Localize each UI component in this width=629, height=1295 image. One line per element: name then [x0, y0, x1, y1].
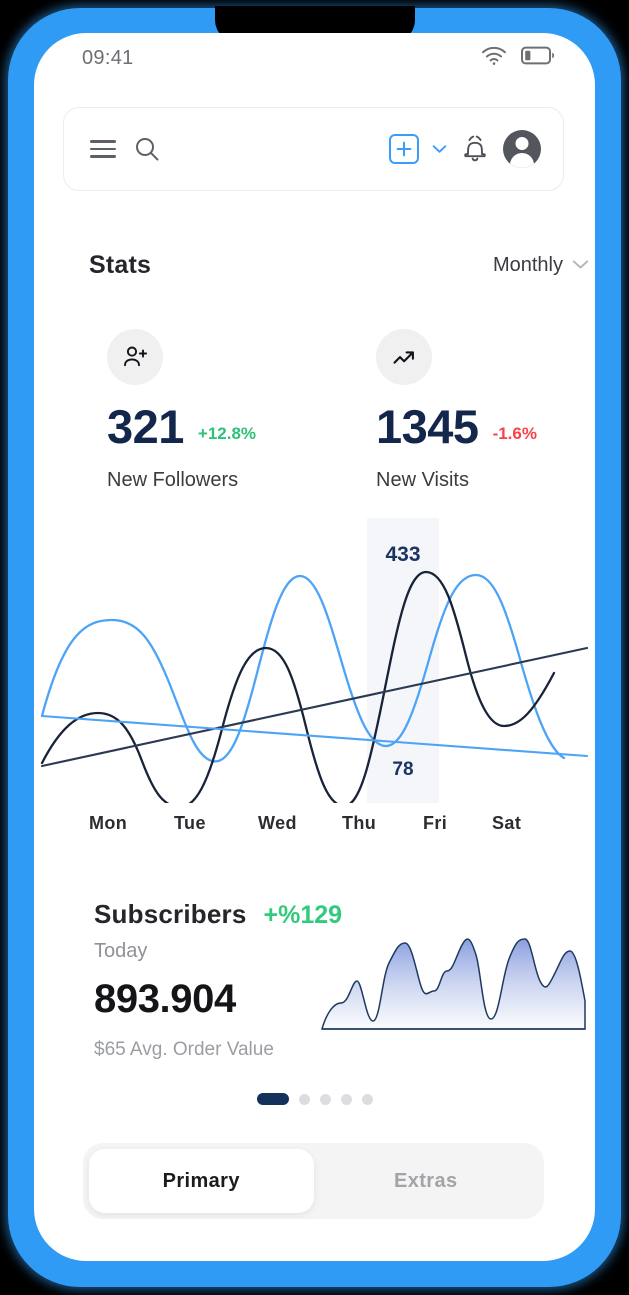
stat-delta: +12.8%	[197, 423, 257, 443]
line-chart[interactable]: 433 78	[34, 513, 595, 803]
stat-label: New Visits	[376, 468, 469, 491]
subscribers-period: Today	[94, 940, 148, 962]
plus-icon[interactable]	[389, 134, 419, 164]
chart-x-label: Tue	[174, 813, 206, 833]
subscribers-spark-chart[interactable]	[319, 929, 589, 1034]
chart-x-label: Mon	[89, 813, 128, 833]
subscribers-title: Subscribers	[94, 899, 247, 929]
chart-highlight-top-value: 433	[385, 543, 420, 566]
status-bar: 09:41	[34, 33, 595, 89]
tab-primary[interactable]: Primary	[89, 1149, 314, 1213]
chart-x-axis-labels: Mon Tue Wed Thu Fri Sat	[34, 813, 595, 843]
subscribers-growth: +%129	[263, 901, 343, 929]
tab-extras[interactable]: Extras	[314, 1149, 539, 1213]
stat-value-row: 1345 -1.6%	[376, 400, 537, 453]
period-select-label: Monthly	[492, 254, 563, 276]
segmented-control: Primary Extras	[83, 1143, 544, 1219]
stat-delta: -1.6%	[492, 423, 537, 443]
person-add-icon	[107, 329, 163, 385]
hamburger-menu-icon[interactable]	[90, 140, 116, 158]
pagination-dot[interactable]	[298, 1093, 310, 1105]
subscribers-footnote: $65 Avg. Order Value	[94, 1039, 274, 1060]
stat-card-new-followers[interactable]: 321 +12.8% New Followers	[107, 329, 256, 492]
chart-highlight-bottom-value: 78	[392, 759, 413, 780]
page-title: Stats	[89, 251, 152, 279]
app-bar-left-group	[90, 136, 160, 162]
stat-card-new-visits[interactable]: 1345 -1.6% New Visits	[376, 329, 537, 492]
pagination-dot[interactable]	[361, 1093, 373, 1105]
app-bar-right-group	[389, 130, 541, 168]
period-select[interactable]: Monthly	[493, 254, 589, 277]
pagination-dot[interactable]	[340, 1093, 352, 1105]
chevron-down-icon[interactable]	[432, 144, 447, 154]
wifi-icon	[481, 46, 507, 70]
chart-x-label: Wed	[258, 813, 297, 833]
phone-screen: 09:41 Stats Monthly 321 +12.8% New Follo…	[34, 33, 595, 1261]
pagination-dot-active[interactable]	[256, 1093, 289, 1105]
chart-x-label: Sat	[492, 813, 522, 833]
status-bar-icons	[481, 46, 555, 70]
stats-header: Stats Monthly	[89, 251, 589, 280]
chart-x-label: Thu	[342, 813, 377, 833]
chevron-down-icon	[572, 257, 589, 275]
trending-up-icon	[376, 329, 432, 385]
app-bar	[63, 107, 564, 191]
stat-label: New Followers	[107, 468, 239, 491]
carousel-pagination	[34, 1093, 595, 1105]
subscribers-header: Subscribers +%129	[94, 899, 342, 930]
stat-value: 1345	[376, 400, 479, 453]
bell-icon[interactable]	[460, 133, 490, 165]
phone-frame: 09:41 Stats Monthly 321 +12.8% New Follo…	[8, 8, 621, 1287]
subscribers-value: 893.904	[94, 977, 236, 1021]
status-bar-time: 09:41	[82, 47, 134, 69]
stat-value-row: 321 +12.8%	[107, 400, 257, 453]
user-avatar-icon[interactable]	[503, 130, 541, 168]
pagination-dot[interactable]	[319, 1093, 331, 1105]
search-icon[interactable]	[134, 136, 160, 162]
stat-value: 321	[107, 400, 184, 453]
battery-low-icon	[521, 46, 555, 70]
chart-x-label: Fri	[423, 813, 448, 833]
